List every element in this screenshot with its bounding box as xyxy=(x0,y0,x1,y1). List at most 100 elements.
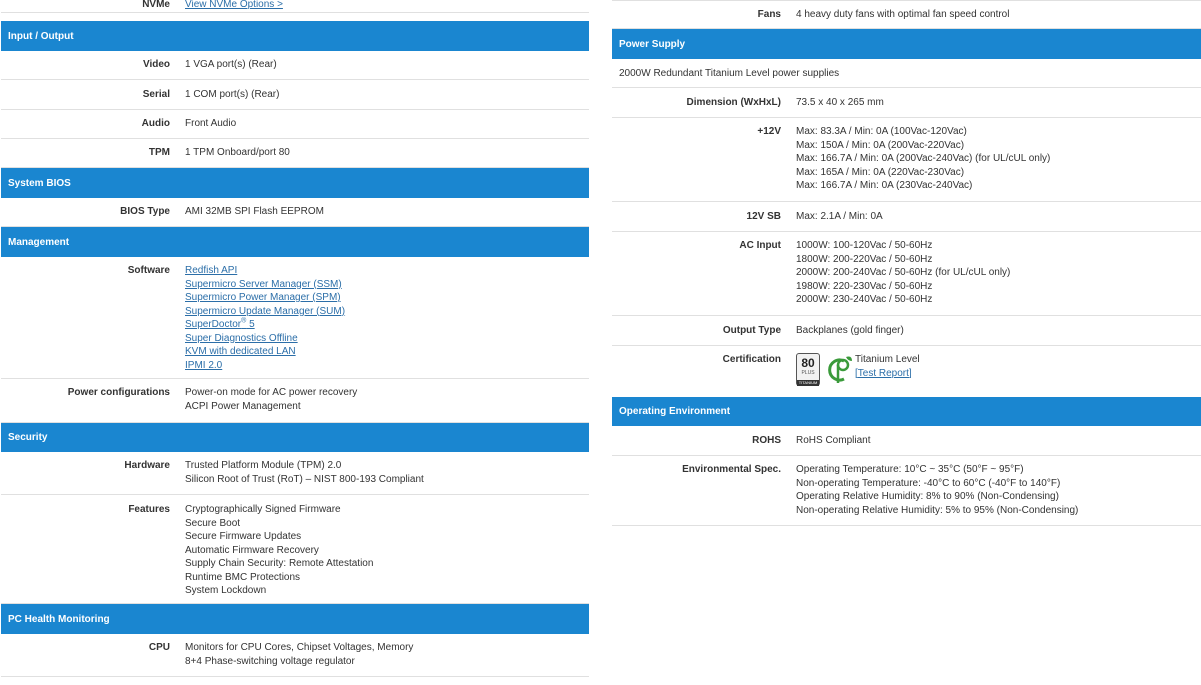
hardware-line: Trusted Platform Module (TPM) 2.0 xyxy=(185,460,342,471)
video-row: Video 1 VGA port(s) (Rear) xyxy=(1,51,589,80)
ac-line: 2000W: 230-240Vac / 50-60Hz xyxy=(796,294,933,305)
features-label: Features xyxy=(128,504,170,515)
env-spec-line: Operating Relative Humidity: 8% to 90% (… xyxy=(796,491,1059,502)
ac-input-label: AC Input xyxy=(739,240,781,251)
dimension-row: Dimension (WxHxL) 73.5 x 40 x 265 mm xyxy=(612,88,1201,118)
v12-line: Max: 150A / Min: 0A (200Vac-220Vac) xyxy=(796,139,965,151)
cpu-line: 8+4 Phase-switching voltage regulator xyxy=(185,655,355,667)
software-links: Redfish API Supermicro Server Manager (S… xyxy=(185,264,589,378)
feature-line: Runtime BMC Protections xyxy=(185,571,301,583)
env-spec-line: Non-operating Temperature: -40°C to 60°C… xyxy=(796,477,1061,489)
kvm-dedicated-lan-link[interactable]: KVM with dedicated LAN xyxy=(185,345,589,359)
environmental-spec-row: Environmental Spec. Operating Temperatur… xyxy=(612,456,1201,526)
nvme-row: NVMe View NVMe Options > xyxy=(1,0,589,13)
feature-line: Cryptographically Signed Firmware xyxy=(185,504,341,515)
super-diagnostics-offline-link[interactable]: Super Diagnostics Offline xyxy=(185,332,589,346)
hardware-row: Hardware Trusted Platform Module (TPM) 2… xyxy=(1,452,589,495)
output-type-label: Output Type xyxy=(722,324,781,336)
sum-link[interactable]: Supermicro Update Manager (SUM) xyxy=(185,305,589,319)
ac-line: 2000W: 200-240Vac / 50-60Hz (for UL/cUL … xyxy=(796,267,1011,278)
bios-type-value: AMI 32MB SPI Flash EEPROM xyxy=(185,206,324,218)
feature-line: Secure Boot xyxy=(185,517,241,529)
rohs-row: ROHS RoHS Compliant xyxy=(612,426,1201,456)
feature-line: System Lockdown xyxy=(185,585,267,596)
12v-sb-label: 12V SB xyxy=(746,210,781,222)
input-output-header: Input / Output xyxy=(1,21,589,51)
superdoctor-name: SuperDoctor xyxy=(185,319,242,330)
badge-number: 80 xyxy=(801,356,815,370)
power-configurations-row: Power configurations Power-on mode for A… xyxy=(1,379,589,423)
tpm-label: TPM xyxy=(148,147,170,159)
test-report-link[interactable]: [Test Report] xyxy=(855,367,920,381)
output-type-value: Backplanes (gold finger) xyxy=(796,324,904,336)
features-row: Features Cryptographically Signed Firmwa… xyxy=(1,495,589,604)
v12-line: Max: 83.3A / Min: 0A (100Vac-120Vac) xyxy=(796,126,967,137)
dimension-value: 73.5 x 40 x 265 mm xyxy=(796,96,884,108)
power-config-line: ACPI Power Management xyxy=(185,400,301,412)
certification-label: Certification xyxy=(722,354,781,365)
video-value: 1 VGA port(s) (Rear) xyxy=(185,59,277,71)
superdoctor-version: 5 xyxy=(246,319,255,330)
certification-row: Certification 80 PLUS TITANIUM Titanium … xyxy=(612,346,1201,397)
ac-line: 1000W: 100-120Vac / 50-60Hz xyxy=(796,240,933,251)
badge-tier: TITANIUM xyxy=(797,380,819,386)
serial-row: Serial 1 COM port(s) (Rear) xyxy=(1,80,589,110)
output-type-row: Output Type Backplanes (gold finger) xyxy=(612,316,1201,346)
titanium-level-text: Titanium Level xyxy=(855,354,920,365)
v12-line: Max: 165A / Min: 0A (220Vac-230Vac) xyxy=(796,166,965,178)
feature-line: Supply Chain Security: Remote Attestatio… xyxy=(185,558,374,569)
serial-label: Serial xyxy=(142,88,170,100)
fans-row: Fans 4 heavy duty fans with optimal fan … xyxy=(612,0,1201,29)
fans-label: Fans xyxy=(757,8,781,20)
12v-sb-value: Max: 2.1A / Min: 0A xyxy=(796,210,883,222)
superdoctor-link[interactable]: SuperDoctor® 5 xyxy=(185,318,589,332)
env-spec-line: Non-operating Relative Humidity: 5% to 9… xyxy=(796,504,1079,516)
pc-health-monitoring-header: PC Health Monitoring xyxy=(1,604,589,634)
left-spec-column: NVMe View NVMe Options > Input / Output … xyxy=(1,0,589,677)
80-plus-titanium-badge-icon: 80 PLUS TITANIUM xyxy=(796,353,820,386)
fans-value: 4 heavy duty fans with optimal fan speed… xyxy=(796,8,1010,20)
cpu-label: CPU xyxy=(148,642,170,653)
cpu-row: CPU Monitors for CPU Cores, Chipset Volt… xyxy=(1,634,589,677)
bios-type-row: BIOS Type AMI 32MB SPI Flash EEPROM xyxy=(1,198,589,227)
badge-plus: PLUS xyxy=(801,370,815,376)
power-supply-summary: 2000W Redundant Titanium Level power sup… xyxy=(612,59,1201,88)
env-spec-line: Operating Temperature: 10°C ~ 35°C (50°F… xyxy=(796,464,1024,475)
ssm-link[interactable]: Supermicro Server Manager (SSM) xyxy=(185,278,589,292)
software-label: Software xyxy=(127,265,170,276)
ac-line: 1800W: 200-220Vac / 50-60Hz xyxy=(796,253,933,265)
rohs-label: ROHS xyxy=(752,434,781,446)
cp-certification-logo-icon xyxy=(828,356,852,383)
bios-type-label: BIOS Type xyxy=(120,206,170,218)
audio-label: Audio xyxy=(141,118,170,130)
hardware-line: Silicon Root of Trust (RoT) – NIST 800-1… xyxy=(185,473,424,485)
spm-link[interactable]: Supermicro Power Manager (SPM) xyxy=(185,291,589,305)
tpm-value: 1 TPM Onboard/port 80 xyxy=(185,147,290,159)
feature-line: Secure Firmware Updates xyxy=(185,531,302,542)
ac-line: 1980W: 220-230Vac / 50-60Hz xyxy=(796,280,933,292)
audio-value: Front Audio xyxy=(185,118,237,130)
plus-12v-row: +12V Max: 83.3A / Min: 0A (100Vac-120Vac… xyxy=(612,118,1201,202)
video-label: Video xyxy=(142,59,170,71)
rohs-value: RoHS Compliant xyxy=(796,434,871,446)
system-bios-header: System BIOS xyxy=(1,168,589,198)
software-row: Software Redfish API Supermicro Server M… xyxy=(1,257,589,379)
operating-environment-header: Operating Environment xyxy=(612,397,1201,426)
ac-input-row: AC Input 1000W: 100-120Vac / 50-60Hz 180… xyxy=(612,232,1201,316)
serial-value: 1 COM port(s) (Rear) xyxy=(185,88,280,100)
power-supply-header: Power Supply xyxy=(612,29,1201,59)
redfish-api-link[interactable]: Redfish API xyxy=(185,264,589,278)
power-configurations-label: Power configurations xyxy=(67,387,170,398)
v12-line: Max: 166.7A / Min: 0A (230Vac-240Vac) xyxy=(796,180,973,191)
hardware-label: Hardware xyxy=(124,460,170,471)
ipmi-link[interactable]: IPMI 2.0 xyxy=(185,359,589,373)
environmental-spec-label: Environmental Spec. xyxy=(682,464,781,475)
plus-12v-label: +12V xyxy=(757,126,781,137)
feature-line: Automatic Firmware Recovery xyxy=(185,544,319,556)
v12-line: Max: 166.7A / Min: 0A (200Vac-240Vac) (f… xyxy=(796,153,1051,164)
12v-sb-row: 12V SB Max: 2.1A / Min: 0A xyxy=(612,202,1201,232)
power-config-line: Power-on mode for AC power recovery xyxy=(185,387,358,398)
view-nvme-options-link[interactable]: View NVMe Options > xyxy=(185,0,589,11)
management-header: Management xyxy=(1,227,589,257)
tpm-row: TPM 1 TPM Onboard/port 80 xyxy=(1,139,589,168)
